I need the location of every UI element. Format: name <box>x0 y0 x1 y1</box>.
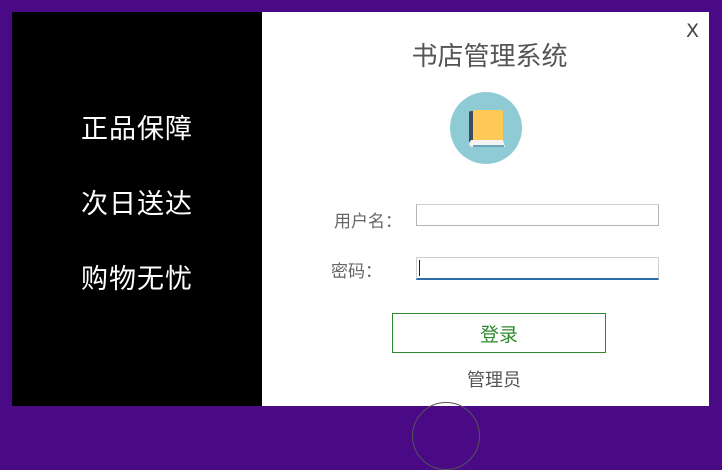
promo-panel: 正品保障 次日送达 购物无忧 <box>12 12 262 406</box>
login-button[interactable]: 登录 <box>392 313 606 353</box>
login-button-label: 登录 <box>479 323 518 346</box>
slogan-worry-free: 购物无忧 <box>81 264 193 295</box>
role-selector[interactable]: 管理员 <box>392 366 596 392</box>
slogan-next-day: 次日送达 <box>81 189 193 220</box>
password-label: 密码： <box>331 262 382 282</box>
password-input[interactable] <box>416 257 659 280</box>
login-window: 正品保障 次日送达 购物无忧 X 书店管理系统 用户名： 密码： 登录 管理员 <box>12 12 709 470</box>
app-title: 书店管理系统 <box>411 42 568 72</box>
username-label: 用户名： <box>334 212 402 232</box>
partial-circle-button <box>412 402 480 470</box>
username-input[interactable] <box>416 204 659 226</box>
login-panel: X 书店管理系统 用户名： 密码： 登录 管理员 <box>262 12 709 470</box>
text-cursor <box>419 260 420 276</box>
logo <box>450 92 522 164</box>
slogan-authentic: 正品保障 <box>81 114 193 145</box>
book-icon <box>469 110 505 147</box>
